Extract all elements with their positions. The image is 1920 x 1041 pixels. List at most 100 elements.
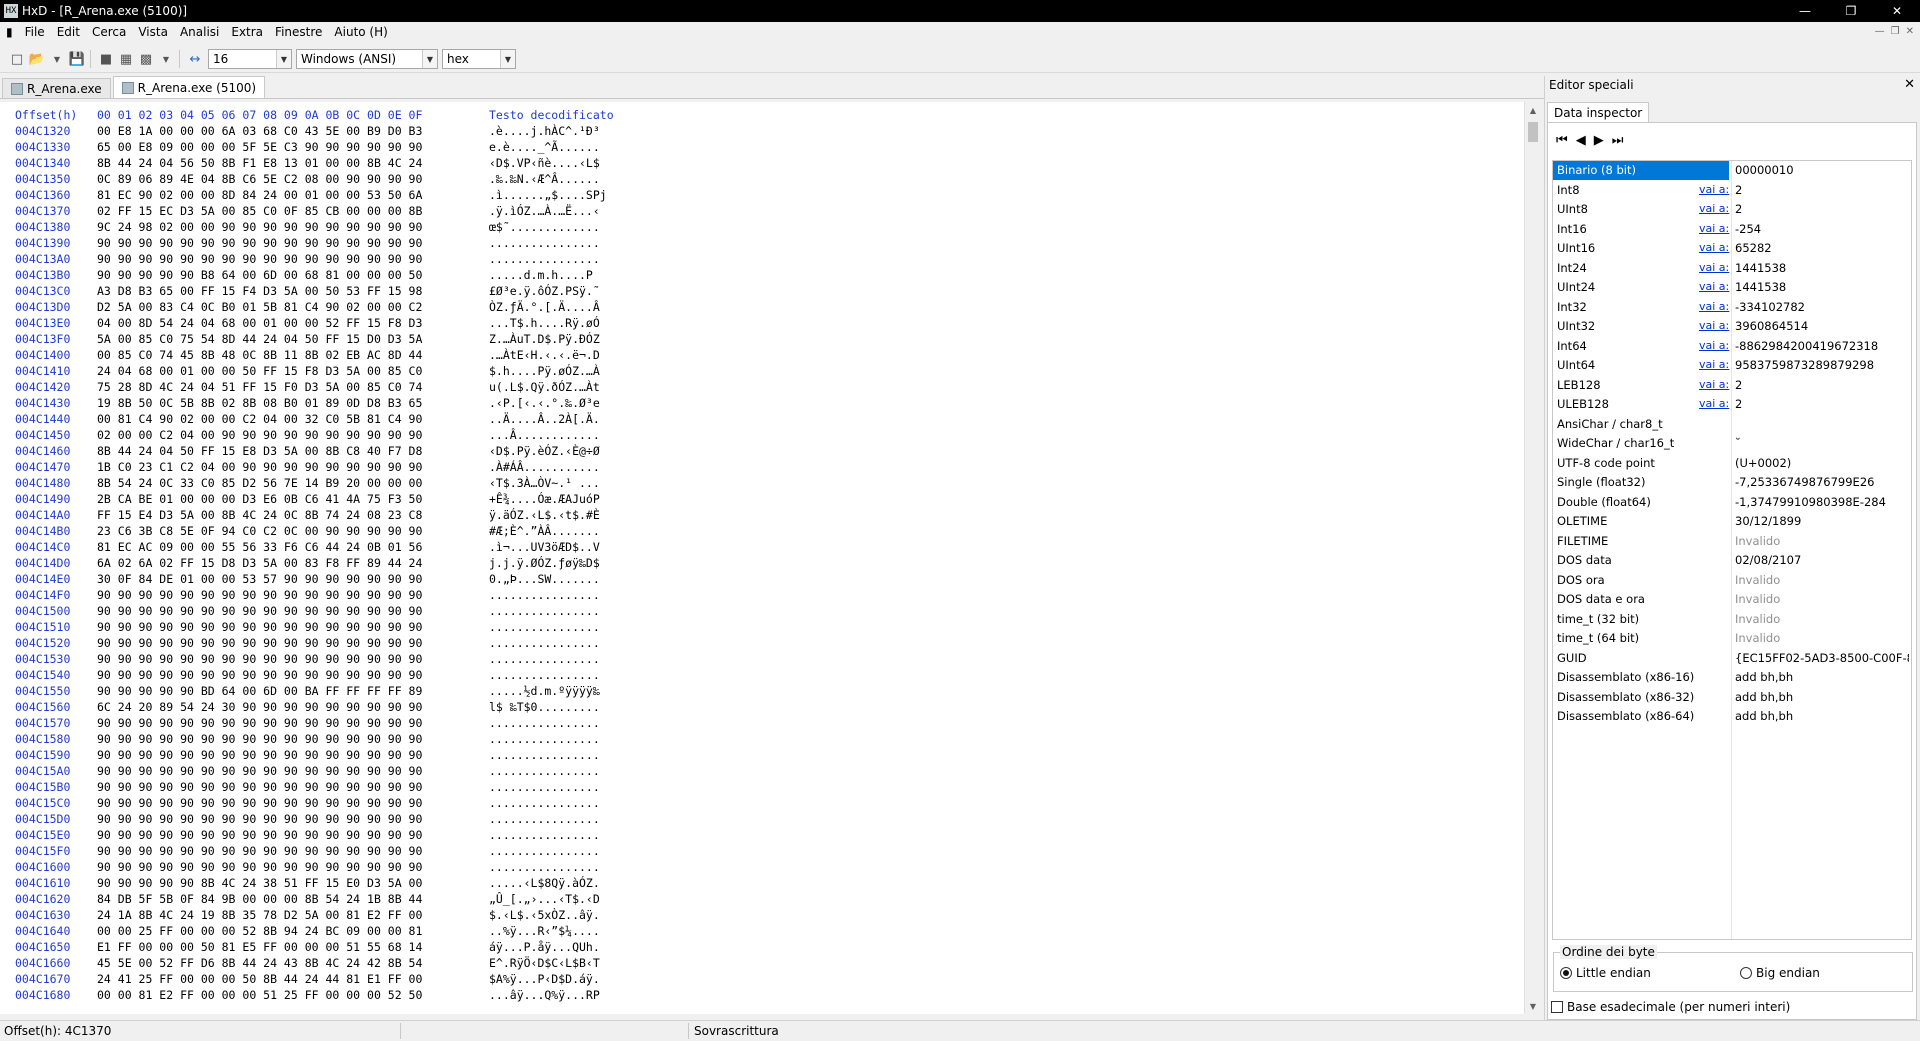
row-decoded-text[interactable]: ................ [489,668,600,682]
inspector-value[interactable]: -334102782 [1735,300,1909,314]
inspector-row[interactable]: Disassemblato (x86-32) add bh,bh [1553,688,1911,707]
hex-row[interactable]: 004C1510 90 90 90 90 90 90 90 90 90 90 90… [15,620,600,636]
inspector-value[interactable]: -1,37479910980398E-284 [1735,495,1909,509]
row-bytes[interactable]: 19 8B 50 0C 5B 8B 02 8B 08 B0 01 89 0D D… [97,396,489,410]
row-bytes[interactable]: 81 EC AC 09 00 00 55 56 33 F6 C6 44 24 0… [97,540,489,554]
hex-row[interactable]: 004C15E0 90 90 90 90 90 90 90 90 90 90 90… [15,828,600,844]
hex-row[interactable]: 004C15F0 90 90 90 90 90 90 90 90 90 90 90… [15,844,600,860]
inspector-value[interactable]: 3960864514 [1735,319,1909,333]
row-decoded-text[interactable]: „Û_[.„›...‹T$.‹D [489,892,600,906]
inspector-value[interactable]: add bh,bh [1735,690,1909,704]
inspector-row[interactable]: UTF-8 code point (U+0002) [1553,454,1911,473]
row-decoded-text[interactable]: ................ [489,604,600,618]
goto-link[interactable]: vai a: [1699,183,1729,196]
hex-row[interactable]: 004C1380 9C 24 98 02 00 00 90 90 90 90 90… [15,220,600,236]
row-bytes[interactable]: 00 E8 1A 00 00 00 6A 03 68 C0 43 5E 00 B… [97,124,489,138]
row-decoded-text[interactable]: .ì¬...UV3öÆD$..V [489,540,600,554]
row-bytes[interactable]: 90 90 90 90 90 BD 64 00 6D 00 BA FF FF F… [97,684,489,698]
row-decoded-text[interactable]: Z.…ÀuT.D$.Pÿ.ÐÓZ [489,332,600,346]
row-bytes[interactable]: 5A 00 85 C0 75 54 8D 44 24 04 50 FF 15 D… [97,332,489,346]
inspector-row[interactable]: Disassemblato (x86-16) add bh,bh [1553,668,1911,687]
menu-analisi[interactable]: Analisi [174,25,225,39]
row-bytes[interactable]: 1B C0 23 C1 C2 04 00 90 90 90 90 90 90 9… [97,460,489,474]
hex-base-checkbox[interactable]: Base esadecimale (per numeri interi) [1551,1000,1790,1014]
open-disk-icon[interactable]: ■ [97,50,115,68]
menu-aiuto[interactable]: Aiuto (H) [328,25,393,39]
row-bytes[interactable]: FF 15 E4 D3 5A 00 8B 4C 24 0C 8B 74 24 0… [97,508,489,522]
row-bytes[interactable]: 90 90 90 90 90 90 90 90 90 90 90 90 90 9… [97,252,489,266]
hex-row[interactable]: 004C14D0 6A 02 6A 02 FF 15 D8 D3 5A 00 83… [15,556,600,572]
row-decoded-text[interactable]: ................ [489,796,600,810]
row-decoded-text[interactable]: ‹T$.3À…ÒV~.¹ ... [489,476,600,490]
row-decoded-text[interactable]: ................ [489,748,600,762]
row-bytes[interactable]: 90 90 90 90 90 90 90 90 90 90 90 90 90 9… [97,748,489,762]
row-bytes[interactable]: 90 90 90 90 90 90 90 90 90 90 90 90 90 9… [97,796,489,810]
inspector-value[interactable]: {EC15FF02-5AD3-8500-C00F-85CB [1735,651,1909,665]
goto-link[interactable]: vai a: [1699,222,1729,235]
row-decoded-text[interactable]: .è....j.hÀC^.¹Ð³ [489,124,600,138]
inspector-value[interactable]: 2 [1735,378,1909,392]
last-byte-icon[interactable]: ⏭ [1612,133,1624,148]
row-bytes[interactable]: 0C 89 06 89 4E 04 8B C6 5E C2 08 00 90 9… [97,172,489,186]
hex-row[interactable]: 004C13C0 A3 D8 B3 65 00 FF 15 F4 D3 5A 00… [15,284,600,300]
row-bytes[interactable]: A3 D8 B3 65 00 FF 15 F4 D3 5A 00 50 53 F… [97,284,489,298]
row-decoded-text[interactable]: ‹D$.Pÿ.èÓZ.‹È@÷Ø [489,444,600,458]
inspector-value[interactable]: 9583759873289879298 [1735,358,1909,372]
row-decoded-text[interactable]: .‰.‰N.‹Æ^Â...... [489,172,600,186]
inspector-row[interactable]: DOS data 02/08/2107 [1553,551,1911,570]
inspector-row[interactable]: Int32 vai a: -334102782 [1553,298,1911,317]
inspector-row[interactable]: UInt8 vai a: 2 [1553,200,1911,219]
row-bytes[interactable]: 90 90 90 90 90 8B 4C 24 38 51 FF 15 E0 D… [97,876,489,890]
hex-row[interactable]: 004C1370 02 FF 15 EC D3 5A 00 85 C0 0F 85… [15,204,600,220]
inspector-value[interactable]: (U+0002) [1735,456,1909,470]
hex-row[interactable]: 004C13B0 90 90 90 90 90 B8 64 00 6D 00 68… [15,268,593,284]
inspector-value[interactable]: 2 [1735,202,1909,216]
row-bytes[interactable]: E1 FF 00 00 00 50 81 E5 FF 00 00 00 51 5… [97,940,489,954]
row-decoded-text[interactable]: ................ [489,620,600,634]
hex-row[interactable]: 004C1470 1B C0 23 C1 C2 04 00 90 90 90 90… [15,460,600,476]
inspector-value[interactable]: -8862984200419672318 [1735,339,1909,353]
row-bytes[interactable]: 8B 54 24 0C 33 C0 85 D2 56 7E 14 B9 20 0… [97,476,489,490]
row-decoded-text[interactable]: $.‹L$.‹5xÒZ..âÿ. [489,908,600,922]
inspector-row[interactable]: time_t (64 bit) Invalido [1553,629,1911,648]
inspector-value[interactable]: 2 [1735,397,1909,411]
row-decoded-text[interactable]: .À#ÁÂ........... [489,460,600,474]
goto-link[interactable]: vai a: [1699,300,1729,313]
hex-row[interactable]: 004C14B0 23 C6 3B C8 5E 0F 94 C0 C2 0C 00… [15,524,600,540]
row-bytes[interactable]: 00 00 25 FF 00 00 00 52 8B 94 24 BC 09 0… [97,924,489,938]
inspector-value[interactable]: Invalido [1735,631,1909,645]
next-byte-icon[interactable]: ▶ [1594,133,1604,148]
inspector-row[interactable]: DOS ora Invalido [1553,571,1911,590]
row-bytes[interactable]: 8B 44 24 04 50 FF 15 E8 D3 5A 00 8B C8 4… [97,444,489,458]
inspector-row[interactable]: AnsiChar / char8_t [1553,415,1911,434]
hex-row[interactable]: 004C1360 81 EC 90 02 00 00 8D 84 24 00 01… [15,188,607,204]
inspector-row[interactable]: Disassemblato (x86-64) add bh,bh [1553,707,1911,726]
hex-row[interactable]: 004C1400 00 85 C0 74 45 8B 48 0C 8B 11 8B… [15,348,600,364]
row-bytes[interactable]: 00 85 C0 74 45 8B 48 0C 8B 11 8B 02 EB A… [97,348,489,362]
goto-link[interactable]: vai a: [1699,358,1729,371]
row-decoded-text[interactable]: .‹P.[‹.‹.°.‰.Ø³e [489,396,600,410]
row-decoded-text[interactable]: ..%ÿ...R‹”$¼.... [489,924,600,938]
hex-row[interactable]: 004C1670 24 41 25 FF 00 00 00 50 8B 44 24… [15,972,600,988]
row-decoded-text[interactable]: ................ [489,780,600,794]
inspector-value[interactable]: 2 [1735,183,1909,197]
hex-row[interactable]: 004C1480 8B 54 24 0C 33 C0 85 D2 56 7E 14… [15,476,600,492]
inspector-row[interactable]: UInt32 vai a: 3960864514 [1553,317,1911,336]
row-decoded-text[interactable]: ................ [489,716,600,730]
row-bytes[interactable]: 90 90 90 90 90 90 90 90 90 90 90 90 90 9… [97,716,489,730]
row-bytes[interactable]: 23 C6 3B C8 5E 0F 94 C0 C2 0C 00 90 90 9… [97,524,489,538]
hex-row[interactable]: 004C14F0 90 90 90 90 90 90 90 90 90 90 90… [15,588,600,604]
row-bytes[interactable]: 81 EC 90 02 00 00 8D 84 24 00 01 00 00 5… [97,188,489,202]
close-button[interactable]: ✕ [1874,0,1920,22]
hex-row[interactable]: 004C14E0 30 0F 84 DE 01 00 00 53 57 90 90… [15,572,600,588]
hex-row[interactable]: 004C1320 00 E8 1A 00 00 00 6A 03 68 C0 43… [15,124,600,140]
row-decoded-text[interactable]: .…ÀtE‹H.‹.‹.ë¬.D [489,348,600,362]
tab-r-arena-exe[interactable]: R_Arena.exe [2,78,111,98]
row-decoded-text[interactable]: ................ [489,588,600,602]
hex-row[interactable]: 004C15B0 90 90 90 90 90 90 90 90 90 90 90… [15,780,600,796]
row-bytes[interactable]: 9C 24 98 02 00 00 90 90 90 90 90 90 90 9… [97,220,489,234]
row-decoded-text[interactable]: ÿ.äÓZ.‹L$.‹t$.#È [489,508,600,522]
menu-edit[interactable]: Edit [51,25,86,39]
row-bytes[interactable]: 04 00 8D 54 24 04 68 00 01 00 00 52 FF 1… [97,316,489,330]
row-bytes[interactable]: 02 FF 15 EC D3 5A 00 85 C0 0F 85 CB 00 0… [97,204,489,218]
